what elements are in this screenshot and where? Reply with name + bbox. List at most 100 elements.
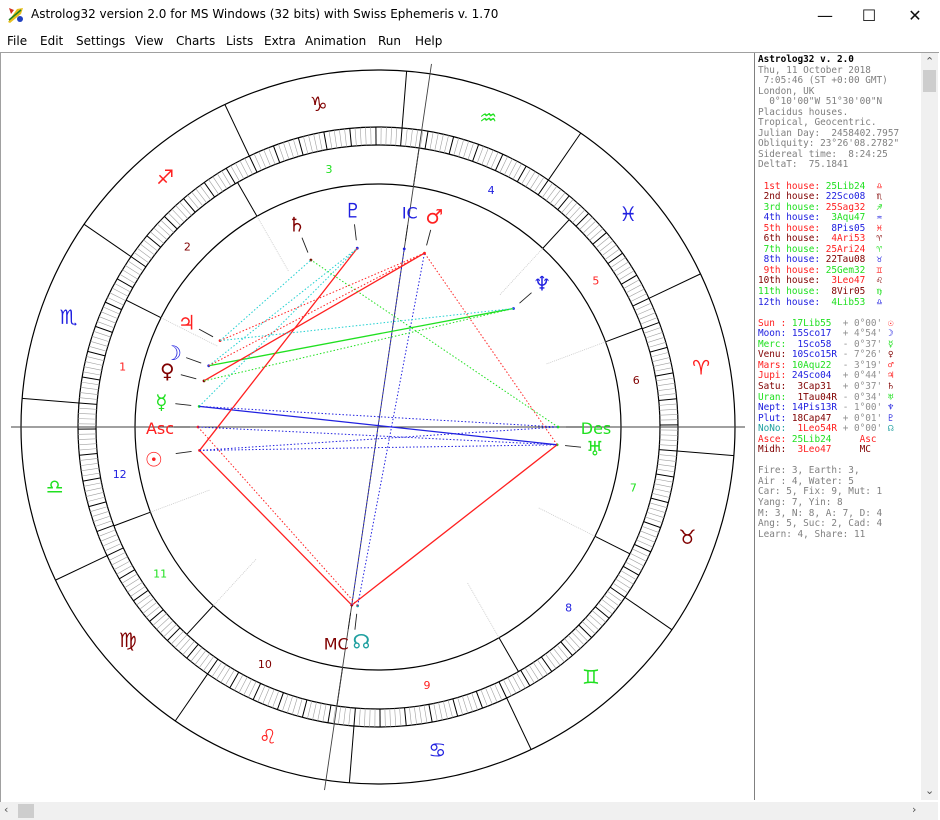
degree-tick [658, 454, 677, 457]
planet-glyph-icon: Asc [831, 433, 877, 445]
degree-tick [207, 658, 219, 675]
degree-tick [212, 176, 224, 192]
sign-boundary [22, 397, 80, 404]
house-cusp-dotted [538, 507, 596, 537]
degree-tick [424, 131, 429, 150]
degree-tick [462, 140, 469, 159]
degree-tick [620, 274, 638, 285]
degree-tick [649, 346, 668, 353]
sign-boundary [506, 697, 532, 750]
scroll-left-icon[interactable]: ‹ [4, 803, 8, 816]
degree-tick [529, 174, 540, 190]
horizontal-scroll-thumb[interactable] [18, 804, 34, 818]
ascendant-glyph-icon: Asc [146, 419, 174, 438]
degree-tick [150, 231, 165, 244]
menu-run[interactable]: Run [378, 34, 401, 48]
degree-tick [142, 601, 158, 614]
planet-latitude: + 0°00' [837, 317, 883, 329]
degree-tick [609, 586, 626, 598]
degree-tick [139, 598, 155, 610]
degree-tick [93, 515, 111, 522]
house-cusp-dotted [212, 559, 257, 606]
degree-tick [659, 444, 678, 447]
house-label: 4th house: [758, 212, 821, 224]
degree-tick [594, 606, 610, 619]
menu-lists[interactable]: Lists [226, 34, 253, 48]
menu-extra[interactable]: Extra [264, 34, 296, 48]
degree-tick [84, 487, 103, 492]
scroll-down-icon[interactable]: ⌄ [925, 784, 934, 797]
degree-tick [359, 127, 362, 146]
degree-tick [293, 139, 299, 157]
menu-animation[interactable]: Animation [305, 34, 366, 48]
degree-tick [91, 336, 110, 343]
planet-position: 10Sco15R [786, 349, 838, 361]
planet-label: Satu: [758, 380, 787, 392]
scroll-up-icon[interactable]: ⌃ [925, 55, 934, 68]
title-bar: Astrolog32 version 2.0 for MS Windows (3… [0, 0, 940, 30]
house-sign-icon: ♓ [865, 222, 883, 234]
house-cusp-value: 3Leo47 [820, 275, 866, 287]
scroll-right-icon[interactable]: › [912, 803, 916, 816]
degree-tick [149, 609, 164, 622]
degree-tick [649, 502, 668, 508]
degree-tick [462, 696, 468, 714]
planet-latitude: - 1°00' [837, 402, 883, 414]
degree-tick [344, 128, 347, 147]
degree-tick [410, 128, 413, 147]
planet-label: Jupi: [758, 370, 787, 382]
degree-tick [211, 661, 223, 678]
planet-latitude: + 0°44' [837, 370, 883, 382]
horizontal-scrollbar[interactable]: ‹ › [0, 802, 938, 820]
planet-latitude: + 4°54' [837, 328, 883, 340]
degree-tick [404, 707, 407, 726]
minimize-button[interactable]: — [802, 0, 848, 30]
menu-settings[interactable]: Settings [76, 34, 125, 48]
degree-tick [638, 312, 656, 320]
menu-view[interactable]: View [135, 34, 163, 48]
north-node-leader-line [354, 613, 358, 630]
vertical-scrollbar[interactable]: ⌃ ⌄ [921, 53, 938, 800]
house-cusp-value: 25Lib24 [820, 180, 866, 192]
menu-help[interactable]: Help [415, 34, 442, 48]
degree-tick [659, 408, 678, 411]
house-number: 7 [630, 482, 637, 495]
degree-tick [414, 129, 418, 148]
degree-tick [560, 641, 573, 656]
house-cusp-dotted [546, 341, 606, 365]
house-cusp-dotted [150, 489, 210, 513]
degree-tick [640, 530, 658, 538]
sign-boundary [83, 223, 132, 258]
degree-tick [647, 337, 665, 343]
menu-edit[interactable]: Edit [40, 34, 63, 48]
degree-tick [292, 697, 298, 715]
menu-charts[interactable]: Charts [176, 34, 215, 48]
degree-tick [272, 145, 281, 163]
vertical-scroll-thumb[interactable] [923, 70, 936, 92]
degree-tick [146, 235, 162, 248]
degree-tick [170, 631, 184, 645]
degree-tick [444, 135, 449, 153]
degree-tick [604, 594, 620, 607]
degree-tick [84, 366, 102, 371]
degree-tick [198, 653, 211, 669]
north-node-glyph-icon: ☊ [352, 630, 370, 654]
house-label: 9th house: [758, 264, 821, 276]
degree-tick [541, 182, 553, 198]
menu-file[interactable]: File [7, 34, 27, 48]
degree-tick [328, 130, 333, 149]
planet-label: Asce: [758, 433, 787, 445]
house-sign-icon: ♉ [865, 254, 883, 266]
chart-wheel-area[interactable]: ♈ ♉ ♊ ♋ ♌ ♍ ♎ ♏ ♐ ♑ ♒ ♓ 1 2 3 4 5 6 7 8 9 10 11 12 ☉ ☽ ☿ ♀ ♂ ♃ ♄ ♅ ♆ ♇ ☊ As… [1, 53, 754, 800]
degree-tick [82, 477, 101, 482]
degree-tick [90, 341, 108, 347]
maximize-button[interactable]: ☐ [846, 0, 892, 30]
degree-tick [429, 132, 434, 150]
close-button[interactable]: ✕ [892, 0, 938, 30]
astrolog-app-icon [8, 8, 23, 23]
house-cusp-dotted [256, 216, 289, 272]
house-sign-icon: ♒ [865, 212, 883, 224]
degree-tick [643, 327, 662, 334]
house-label: 3rd house: [758, 201, 821, 213]
degree-tick [83, 371, 101, 376]
